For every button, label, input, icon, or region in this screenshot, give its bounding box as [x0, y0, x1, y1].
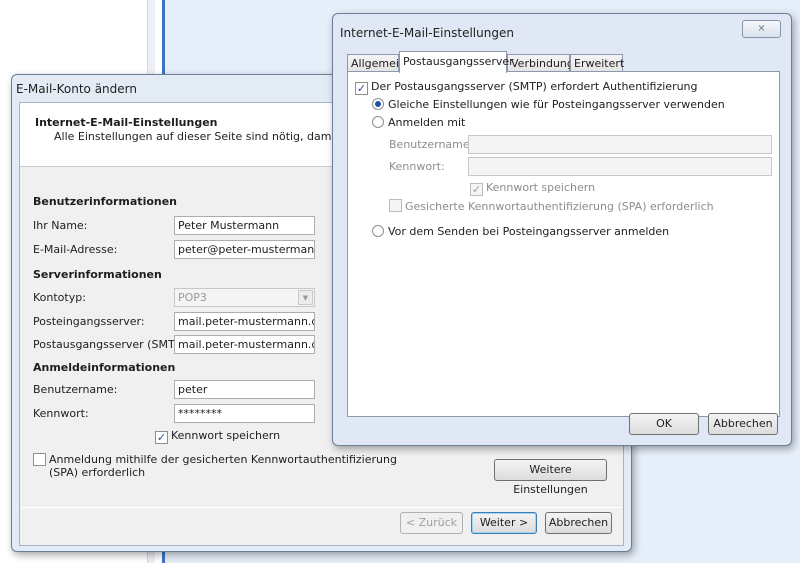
dropdown-arrow-icon: ▼	[298, 290, 313, 305]
section-login-info: Anmeldeinformationen	[33, 361, 176, 374]
username-field[interactable]: peter	[174, 380, 315, 399]
name-label: Ihr Name:	[33, 219, 88, 232]
internet-email-settings-dialog: Internet-E-Mail-Einstellungen ⨯ Allgemei…	[332, 13, 792, 446]
dialog-username-label: Benutzername:	[389, 138, 474, 151]
dialog-password-label: Kennwort:	[389, 160, 445, 173]
save-password-checkbox[interactable]: ✓ Kennwort speichern	[155, 429, 280, 444]
same-settings-radio[interactable]: Gleiche Einstellungen wie für Posteingan…	[372, 98, 725, 111]
dialog-spa-checkbox: Gesicherte Kennwortauthentifizierung (SP…	[389, 199, 714, 213]
login-with-label: Anmelden mit	[388, 116, 466, 129]
dialog-save-password-label: Kennwort speichern	[486, 181, 596, 194]
incoming-server-field[interactable]: mail.peter-mustermann.de	[174, 312, 315, 331]
radio-selected-icon[interactable]	[372, 98, 384, 110]
checkbox-checked-disabled-icon: ✓	[470, 183, 483, 196]
more-settings-button[interactable]: Weitere Einstellungen	[494, 459, 607, 496]
header-title: Internet-E-Mail-Einstellungen	[35, 116, 218, 129]
spa-label-line1: Anmeldung mithilfe der gesicherten Kennw…	[49, 453, 397, 466]
username-label: Benutzername:	[33, 383, 118, 396]
radio-unselected-icon[interactable]	[372, 225, 384, 237]
tab-postausgangsserver[interactable]: Postausgangsserver	[399, 51, 514, 73]
password-field[interactable]: ********	[174, 404, 315, 423]
dialog-spa-label: Gesicherte Kennwortauthentifizierung (SP…	[405, 200, 714, 213]
section-server-info: Serverinformationen	[33, 268, 162, 281]
name-field[interactable]: Peter Mustermann	[174, 216, 315, 235]
dialog-username-field	[468, 135, 772, 154]
dialog-save-password-checkbox: ✓ Kennwort speichern	[470, 181, 595, 196]
dialog-cancel-button[interactable]: Abbrechen	[708, 413, 778, 435]
spa-checkbox[interactable]: Anmeldung mithilfe der gesicherten Kennw…	[33, 453, 397, 479]
email-field[interactable]: peter@peter-mustermann.de	[174, 240, 315, 259]
incoming-server-label: Posteingangsserver:	[33, 315, 145, 328]
smtp-auth-checkbox[interactable]: ✓ Der Postausgangsserver (SMTP) erfordert…	[355, 80, 698, 95]
save-password-label: Kennwort speichern	[171, 429, 281, 442]
ok-button[interactable]: OK	[629, 413, 699, 435]
radio-unselected-icon[interactable]	[372, 116, 384, 128]
section-user-info: Benutzerinformationen	[33, 195, 178, 208]
tab-panel-outgoing-server: ✓ Der Postausgangsserver (SMTP) erfordert…	[347, 71, 780, 417]
login-with-radio[interactable]: Anmelden mit	[372, 116, 465, 129]
same-settings-label: Gleiche Einstellungen wie für Posteingan…	[388, 98, 725, 111]
footer-separator	[21, 507, 622, 508]
pop-before-smtp-label: Vor dem Senden bei Posteingangsserver an…	[388, 225, 670, 238]
email-label: E-Mail-Adresse:	[33, 243, 118, 256]
cancel-button[interactable]: Abbrechen	[545, 512, 612, 534]
checkbox-unchecked-disabled-icon	[389, 199, 402, 212]
account-type-value: POP3	[178, 291, 207, 304]
pop-before-smtp-radio[interactable]: Vor dem Senden bei Posteingangsserver an…	[372, 225, 669, 238]
checkbox-checked-icon[interactable]: ✓	[155, 431, 168, 444]
back-button[interactable]: < Zurück	[400, 512, 463, 534]
window-title: E-Mail-Konto ändern	[16, 82, 137, 96]
outgoing-server-label: Postausgangsserver (SMTP):	[33, 338, 190, 351]
account-type-label: Kontotyp:	[33, 291, 86, 304]
dialog-title: Internet-E-Mail-Einstellungen	[340, 26, 514, 40]
spa-label-line2: (SPA) erforderlich	[49, 466, 146, 479]
checkbox-checked-icon[interactable]: ✓	[355, 82, 368, 95]
password-label: Kennwort:	[33, 407, 89, 420]
outgoing-server-field[interactable]: mail.peter-mustermann.de	[174, 335, 315, 354]
dialog-password-field	[468, 157, 772, 176]
checkbox-unchecked-icon[interactable]	[33, 453, 46, 466]
account-type-dropdown: POP3 ▼	[174, 288, 315, 307]
close-icon[interactable]: ⨯	[742, 20, 781, 38]
next-button[interactable]: Weiter >	[471, 512, 537, 534]
spa-label-block: Anmeldung mithilfe der gesicherten Kennw…	[49, 453, 397, 479]
smtp-auth-label: Der Postausgangsserver (SMTP) erfordert …	[371, 80, 698, 93]
